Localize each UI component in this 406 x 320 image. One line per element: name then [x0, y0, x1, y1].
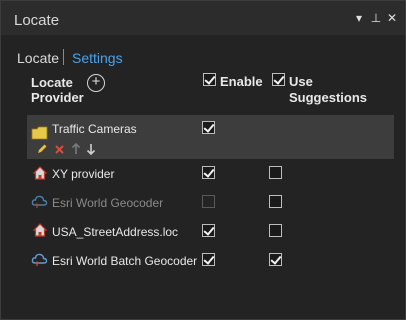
close-icon[interactable]: ✕ [386, 11, 398, 25]
cloud-locator-icon [31, 253, 48, 266]
cloud-locator-icon [31, 195, 48, 208]
tab-settings[interactable]: Settings [72, 50, 123, 66]
header-use-suggestions-line2: Suggestions [289, 90, 368, 105]
header-use-suggestions-line1: Use [289, 74, 313, 89]
tab-separator [63, 49, 64, 65]
pane-title: Locate [14, 12, 60, 29]
provider-suggestions-checkbox[interactable] [269, 253, 282, 266]
tab-locate[interactable]: Locate [17, 50, 59, 66]
locate-pane: Locate ▾ ⊥ ✕ Locate Settings Locate Prov… [0, 0, 406, 320]
provider-enable-checkbox[interactable] [202, 121, 215, 134]
enable-all-checkbox[interactable] [203, 73, 216, 86]
edit-icon[interactable] [36, 143, 48, 155]
use-suggestions-all-checkbox[interactable] [272, 73, 285, 86]
move-down-icon[interactable] [86, 143, 96, 155]
folder-layer-icon [31, 126, 48, 140]
header-locate-provider-line1: Locate [31, 75, 73, 90]
provider-name: XY provider [52, 167, 115, 181]
house-locator-icon [32, 223, 48, 237]
provider-enable-checkbox[interactable] [202, 253, 215, 266]
remove-icon[interactable] [54, 144, 65, 155]
provider-suggestions-checkbox[interactable] [269, 195, 282, 208]
provider-name: Esri World Batch Geocoder [52, 254, 198, 268]
provider-name: USA_StreetAddress.loc [52, 225, 179, 239]
pane-titlebar: Locate ▾ ⊥ ✕ [1, 1, 405, 35]
house-locator-icon [32, 166, 48, 180]
pin-icon[interactable]: ⊥ [370, 11, 382, 25]
add-provider-button[interactable]: + [87, 74, 105, 92]
header-locate-provider-line2: Provider [31, 90, 84, 105]
provider-enable-checkbox[interactable] [202, 224, 215, 237]
provider-suggestions-checkbox[interactable] [269, 224, 282, 237]
move-up-icon[interactable] [71, 143, 81, 155]
provider-suggestions-checkbox[interactable] [269, 166, 282, 179]
provider-name: Esri World Geocoder [52, 196, 164, 210]
options-dropdown-icon[interactable]: ▾ [353, 11, 365, 25]
provider-enable-checkbox[interactable] [202, 166, 215, 179]
provider-name: Traffic Cameras [52, 122, 137, 136]
provider-enable-checkbox[interactable] [202, 195, 215, 208]
header-enable: Enable [220, 74, 263, 89]
